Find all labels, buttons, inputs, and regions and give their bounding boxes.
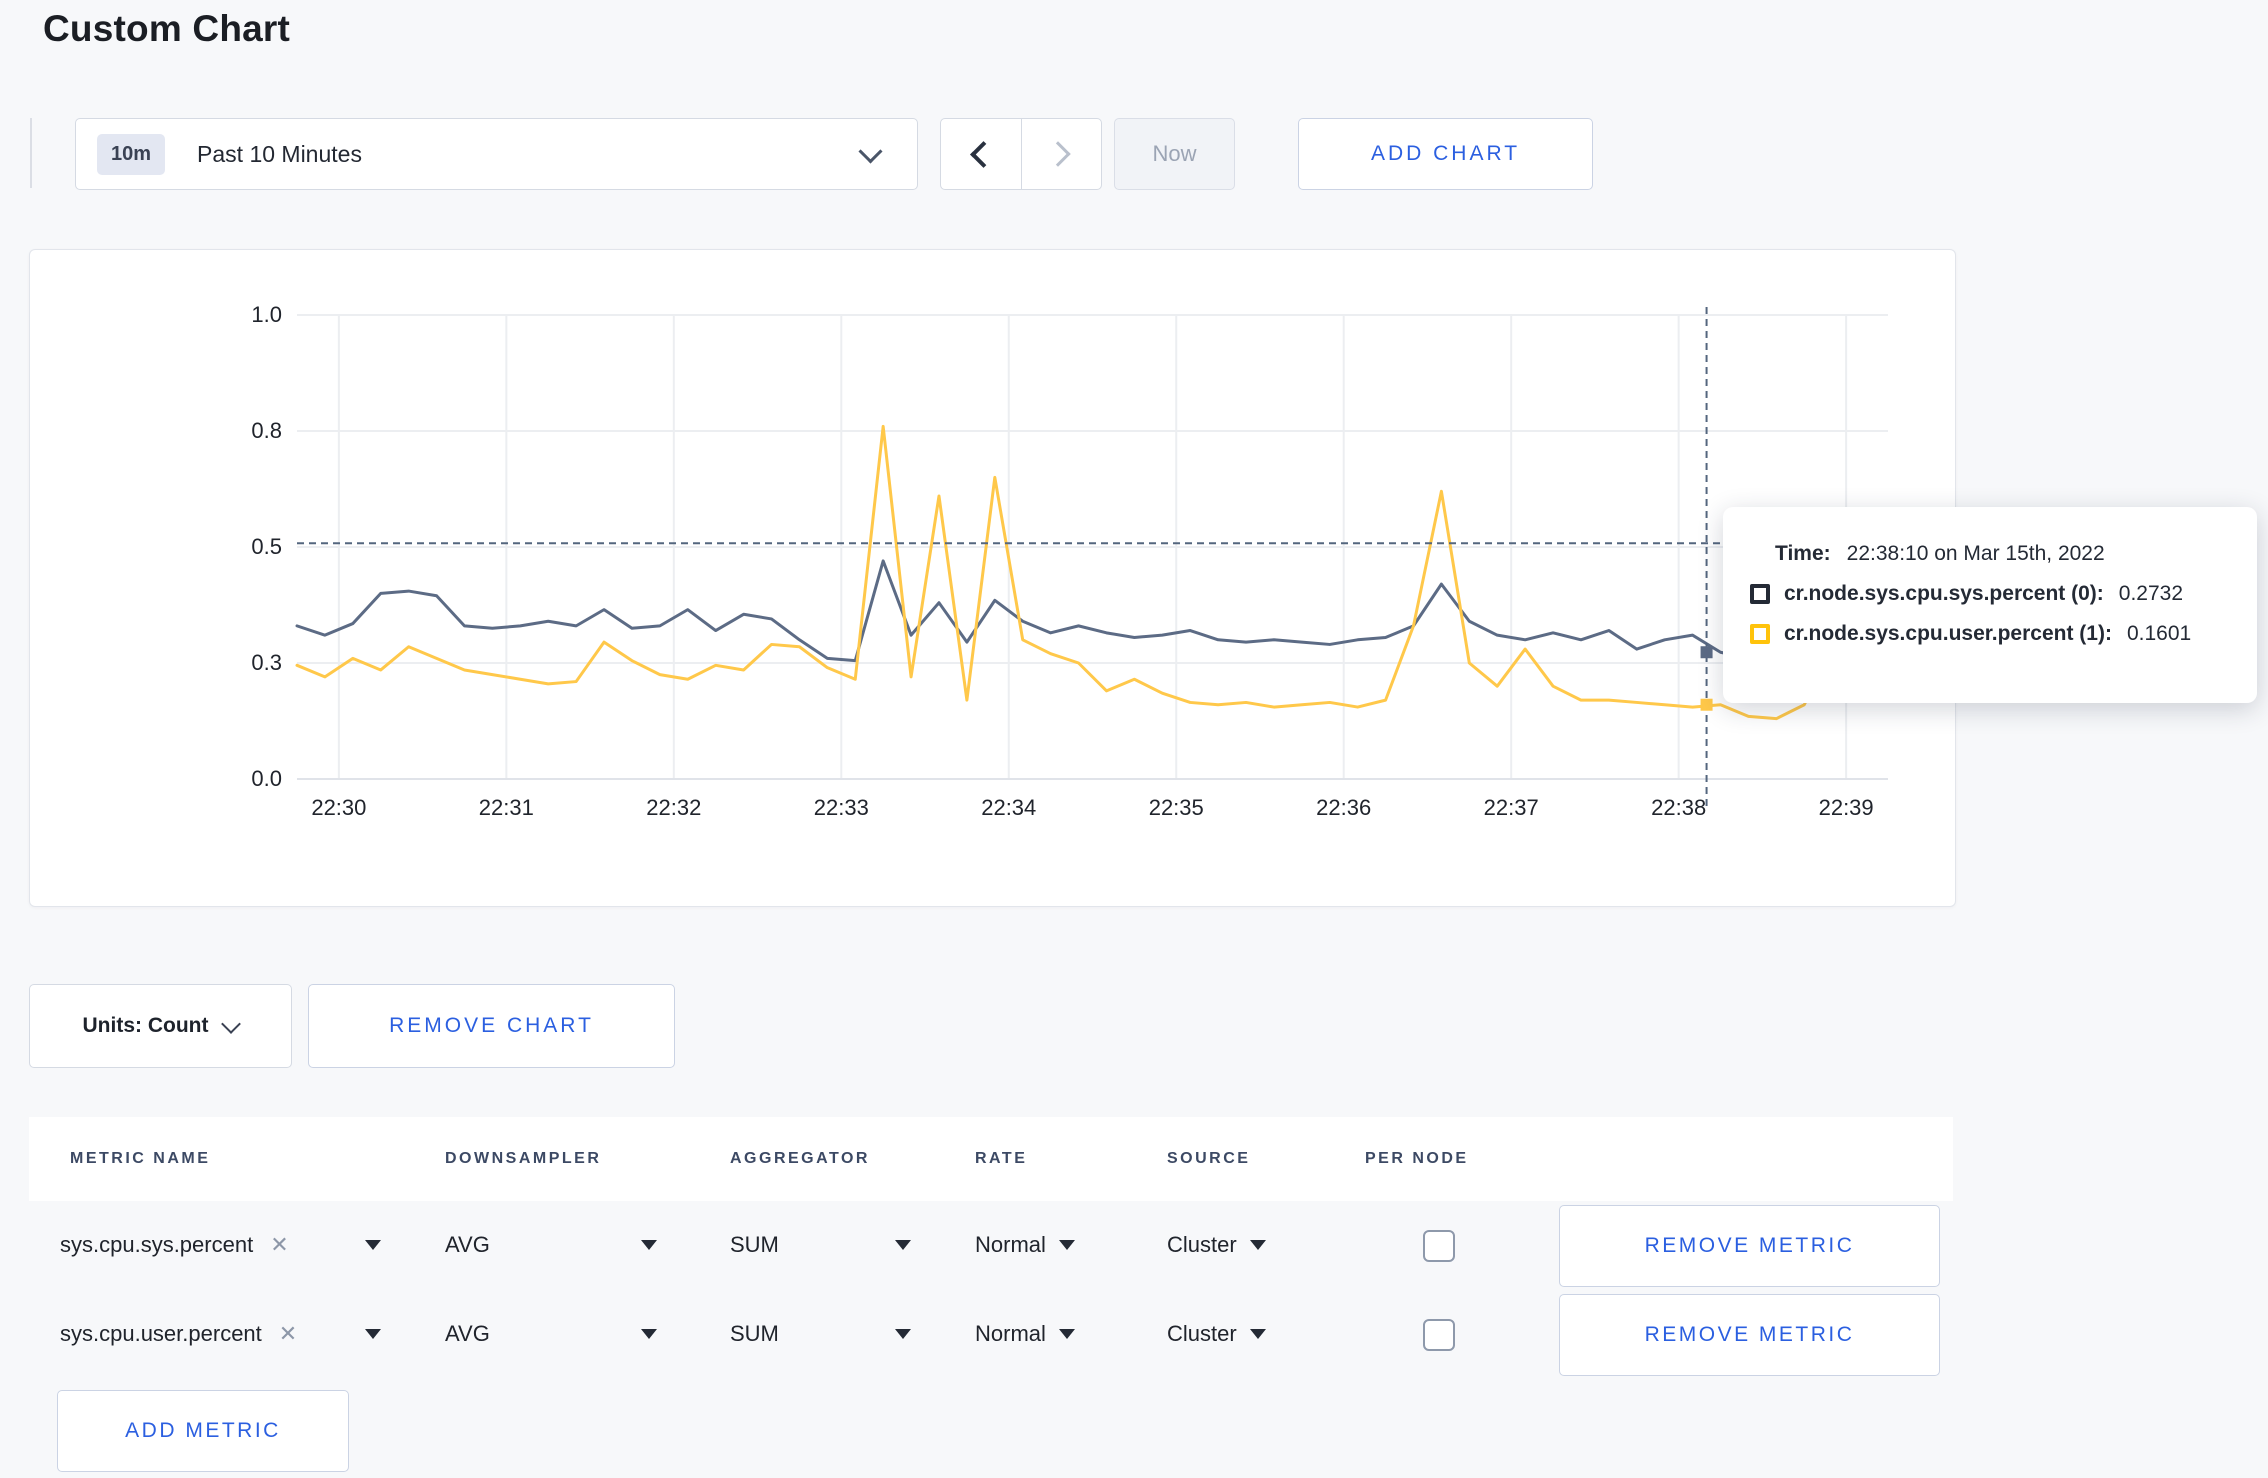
- caret-down-icon[interactable]: [895, 1329, 911, 1339]
- source-select[interactable]: Cluster: [1167, 1201, 1266, 1289]
- time-range-label: Past 10 Minutes: [197, 140, 362, 167]
- x-axis-tick-label: 22:37: [1483, 795, 1539, 820]
- column-header-metric-name: METRIC NAME: [70, 1150, 211, 1167]
- rate-select[interactable]: Normal: [975, 1201, 1075, 1289]
- close-icon[interactable]: ✕: [279, 1321, 297, 1347]
- add-metric-button[interactable]: ADD METRIC: [57, 1390, 349, 1472]
- caret-down-icon: [1249, 1329, 1266, 1339]
- caret-down-icon[interactable]: [365, 1240, 381, 1250]
- caret-down-icon: [1058, 1329, 1075, 1339]
- downsampler-value: AVG: [445, 1321, 490, 1346]
- metric-row: sys.cpu.sys.percent ✕ AVG SUM Normal Clu…: [29, 1201, 1953, 1289]
- time-range-badge: 10m: [97, 133, 166, 175]
- units-label: Units: Count: [82, 1014, 209, 1037]
- chevron-down-icon: [858, 138, 883, 164]
- x-axis-tick-label: 22:31: [478, 795, 534, 820]
- tooltip-time-label: Time:: [1775, 542, 1831, 565]
- prev-range-button[interactable]: [941, 119, 1022, 189]
- aggregator-select[interactable]: SUM: [730, 1201, 779, 1289]
- x-axis-tick-label: 22:39: [1818, 795, 1874, 820]
- time-range-dropdown[interactable]: 10m Past 10 Minutes: [75, 118, 918, 190]
- caret-down-icon: [1249, 1240, 1266, 1250]
- rate-select[interactable]: Normal: [975, 1290, 1075, 1378]
- column-header-aggregator: AGGREGATOR: [730, 1150, 870, 1167]
- per-node-checkbox[interactable]: [1423, 1319, 1455, 1351]
- metrics-table-header: METRIC NAME DOWNSAMPLER AGGREGATOR RATE …: [29, 1117, 1953, 1201]
- x-axis-tick-label: 22:33: [813, 795, 869, 820]
- downsampler-select[interactable]: AVG: [445, 1290, 490, 1378]
- series-sys-swatch-icon: [1750, 584, 1770, 604]
- metric-name-select[interactable]: sys.cpu.sys.percent ✕: [60, 1201, 289, 1289]
- y-axis-tick-label: 0.8: [251, 418, 282, 443]
- chevron-right-icon: [1045, 141, 1071, 167]
- metric-name-select[interactable]: sys.cpu.user.percent ✕: [60, 1290, 297, 1378]
- tooltip-series-name: cr.node.sys.cpu.sys.percent (0):: [1784, 582, 2104, 605]
- rate-value: Normal: [975, 1321, 1046, 1346]
- column-header-per-node: PER NODE: [1365, 1150, 1469, 1167]
- per-node-checkbox[interactable]: [1423, 1230, 1455, 1262]
- source-value: Cluster: [1167, 1321, 1237, 1346]
- x-axis-tick-label: 22:35: [1148, 795, 1204, 820]
- add-chart-button[interactable]: ADD CHART: [1298, 118, 1593, 190]
- rate-value: Normal: [975, 1232, 1046, 1257]
- metric-name-label: sys.cpu.user.percent: [60, 1321, 262, 1346]
- x-axis-tick-label: 22:30: [311, 795, 367, 820]
- column-header-source: SOURCE: [1167, 1150, 1251, 1167]
- aggregator-value: SUM: [730, 1232, 779, 1257]
- caret-down-icon[interactable]: [895, 1240, 911, 1250]
- column-header-rate: RATE: [975, 1150, 1028, 1167]
- tooltip-series-value: 0.1601: [2126, 622, 2192, 645]
- downsampler-select[interactable]: AVG: [445, 1201, 490, 1289]
- chevron-down-icon: [221, 1013, 242, 1034]
- caret-down-icon[interactable]: [365, 1329, 381, 1339]
- downsampler-value: AVG: [445, 1232, 490, 1257]
- y-axis-tick-label: 0.0: [251, 766, 282, 791]
- caret-down-icon: [1058, 1240, 1075, 1250]
- series-user-swatch-icon: [1750, 624, 1770, 644]
- aggregator-value: SUM: [730, 1321, 779, 1346]
- x-axis-tick-label: 22:32: [646, 795, 702, 820]
- y-axis-tick-label: 0.3: [251, 650, 282, 675]
- y-axis-tick-label: 1.0: [251, 302, 282, 327]
- remove-metric-button[interactable]: REMOVE METRIC: [1559, 1294, 1940, 1376]
- chevron-left-icon: [970, 140, 998, 168]
- tooltip-time-value: 22:38:10 on Mar 15th, 2022: [1846, 542, 2105, 565]
- metric-name-label: sys.cpu.sys.percent: [60, 1232, 254, 1257]
- metric-row: sys.cpu.user.percent ✕ AVG SUM Normal Cl…: [29, 1290, 1953, 1378]
- source-select[interactable]: Cluster: [1167, 1290, 1266, 1378]
- chart-tooltip: Time: 22:38:10 on Mar 15th, 2022 cr.node…: [1723, 507, 2257, 703]
- next-range-button[interactable]: [1022, 119, 1102, 189]
- time-nav-group: [940, 118, 1102, 190]
- caret-down-icon[interactable]: [641, 1329, 657, 1339]
- tooltip-series-value: 0.2732: [2118, 582, 2184, 605]
- page-title: Custom Chart: [43, 8, 291, 49]
- close-icon[interactable]: ✕: [270, 1232, 288, 1258]
- column-header-downsampler: DOWNSAMPLER: [445, 1150, 602, 1167]
- remove-metric-button[interactable]: REMOVE METRIC: [1559, 1205, 1940, 1287]
- units-dropdown[interactable]: Units: Count: [29, 984, 292, 1068]
- custom-chart-page: Custom Chart 10m Past 10 Minutes Now ADD…: [0, 0, 2268, 1478]
- caret-down-icon[interactable]: [641, 1240, 657, 1250]
- source-value: Cluster: [1167, 1232, 1237, 1257]
- now-button[interactable]: Now: [1114, 118, 1235, 190]
- x-axis-tick-label: 22:38: [1651, 795, 1707, 820]
- tooltip-series-name: cr.node.sys.cpu.user.percent (1):: [1784, 622, 2112, 645]
- y-axis-tick-label: 0.5: [251, 534, 282, 559]
- remove-chart-button[interactable]: REMOVE CHART: [308, 984, 675, 1068]
- x-axis-tick-label: 22:34: [981, 795, 1037, 820]
- x-axis-tick-label: 22:36: [1316, 795, 1372, 820]
- aggregator-select[interactable]: SUM: [730, 1290, 779, 1378]
- toolbar-divider: [30, 118, 32, 188]
